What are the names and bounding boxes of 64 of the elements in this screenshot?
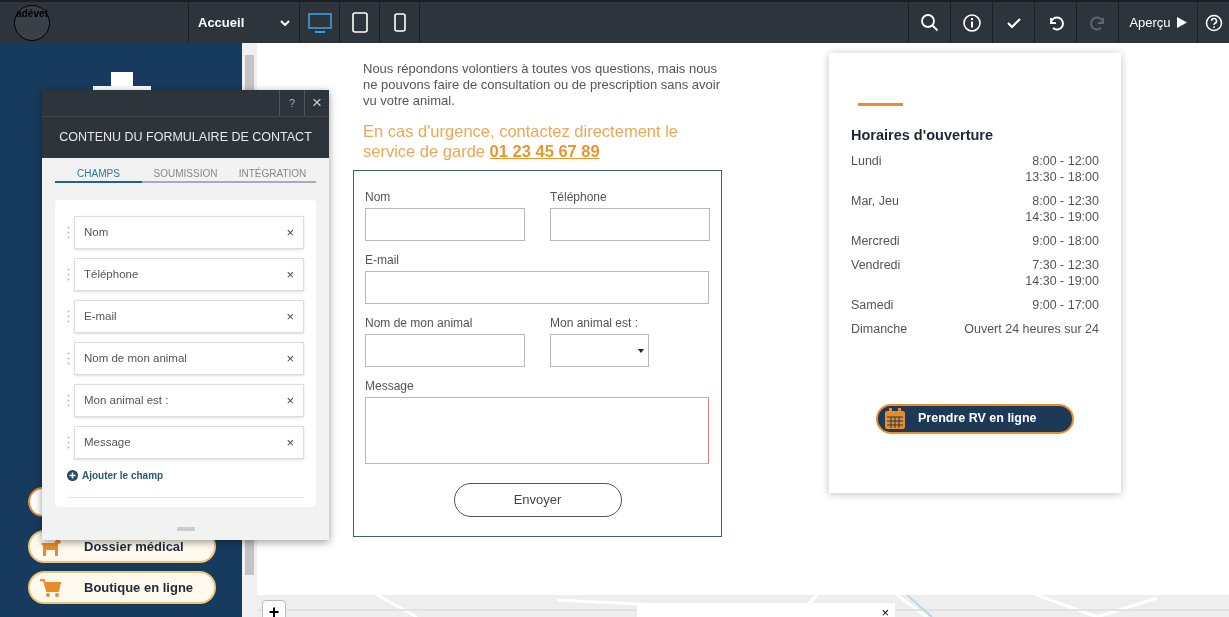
input-field[interactable] xyxy=(365,271,709,304)
time-range: 9:00 - 17:00 xyxy=(1032,296,1099,313)
chevron-down-icon xyxy=(280,19,290,26)
field-item[interactable]: E-mail × xyxy=(74,300,304,333)
day-label: Samedi xyxy=(851,296,894,313)
time-range: 13:30 - 18:00 xyxy=(1025,168,1099,185)
help-icon xyxy=(1204,13,1223,32)
field-label: Téléphone xyxy=(550,190,608,205)
remove-button[interactable]: × xyxy=(286,306,294,327)
time-range: Ouvert 24 heures sur 24 xyxy=(964,320,1099,337)
field-item[interactable]: Nom de mon animal × xyxy=(74,342,304,375)
accent-line xyxy=(858,103,903,106)
field-item[interactable]: Nom × xyxy=(74,216,304,249)
field-label: E-mail xyxy=(365,253,400,268)
field-item[interactable]: Mon animal est : × xyxy=(74,384,304,417)
close-button[interactable]: × xyxy=(304,90,329,116)
field-label: Message xyxy=(365,379,415,394)
close-button[interactable]: × xyxy=(881,603,889,617)
day-label: Dimanche xyxy=(851,320,908,337)
input-field[interactable] xyxy=(550,208,710,241)
resize-handle[interactable] xyxy=(176,527,195,531)
remove-button[interactable]: × xyxy=(286,432,294,453)
preview-button[interactable]: Aperçu xyxy=(1118,2,1198,43)
field-label: Mon animal est : xyxy=(550,316,640,331)
intro-paragraph: Nous répondons volontiers à toutes vos questions, mais nous ne pouvons faire de consultation ou de prescription sans avoir vu votre animal. xyxy=(363,61,721,109)
urgent-notice: En cas d'urgence, contactez directement le service de garde 01 23 45 67 89 xyxy=(363,121,679,161)
field-label: Nom xyxy=(365,190,392,205)
field-item[interactable]: Message × xyxy=(74,426,304,459)
add-field-button[interactable]: Ajouter le champ xyxy=(67,468,164,483)
sidebar-button[interactable]: Boutique en ligne xyxy=(28,571,216,604)
zoom-in-button[interactable]: + xyxy=(262,600,286,617)
time-range: 7:30 - 12:30 xyxy=(1031,256,1099,273)
search-icon xyxy=(919,12,940,33)
help-button[interactable]: ? xyxy=(279,90,304,116)
plus-icon xyxy=(67,470,78,481)
time-range: 14:30 - 19:00 xyxy=(1025,272,1099,289)
time-range: 9:00 - 18:00 xyxy=(1032,232,1099,249)
cart-icon xyxy=(40,577,62,598)
play-icon xyxy=(1176,17,1187,28)
calendar-icon xyxy=(884,407,906,430)
appointment-button[interactable]: Prendre RV en ligne xyxy=(876,403,1074,434)
field-label: Nom de mon animal xyxy=(365,316,474,331)
remove-button[interactable]: × xyxy=(286,390,294,411)
caret-icon xyxy=(638,348,644,353)
select-field[interactable] xyxy=(550,334,649,367)
info-icon xyxy=(961,12,982,33)
time-range: 8:00 - 12:30 xyxy=(1031,192,1099,209)
input-field[interactable] xyxy=(365,208,525,241)
time-range: 8:00 - 12:00 xyxy=(1031,152,1099,169)
field-item[interactable]: Téléphone × xyxy=(74,258,304,291)
time-range: 14:30 - 19:00 xyxy=(1025,208,1099,225)
day-label: Mar, Jeu xyxy=(851,192,899,210)
remove-button[interactable]: × xyxy=(286,348,294,369)
desktop-icon xyxy=(306,10,333,35)
day-label: Lundi xyxy=(851,152,882,170)
input-field[interactable] xyxy=(365,334,525,367)
day-label: Mercredi xyxy=(851,232,900,249)
remove-button[interactable]: × xyxy=(286,222,294,243)
remove-button[interactable]: × xyxy=(286,264,294,285)
message-field[interactable] xyxy=(365,397,709,464)
day-label: Vendredi xyxy=(851,256,901,274)
dialog-title: CONTENU DU FORMULAIRE DE CONTACT xyxy=(59,129,312,147)
dialog-tab[interactable]: CHAMPS xyxy=(55,165,142,183)
hours-title: Horaires d'ouverture xyxy=(851,126,995,145)
